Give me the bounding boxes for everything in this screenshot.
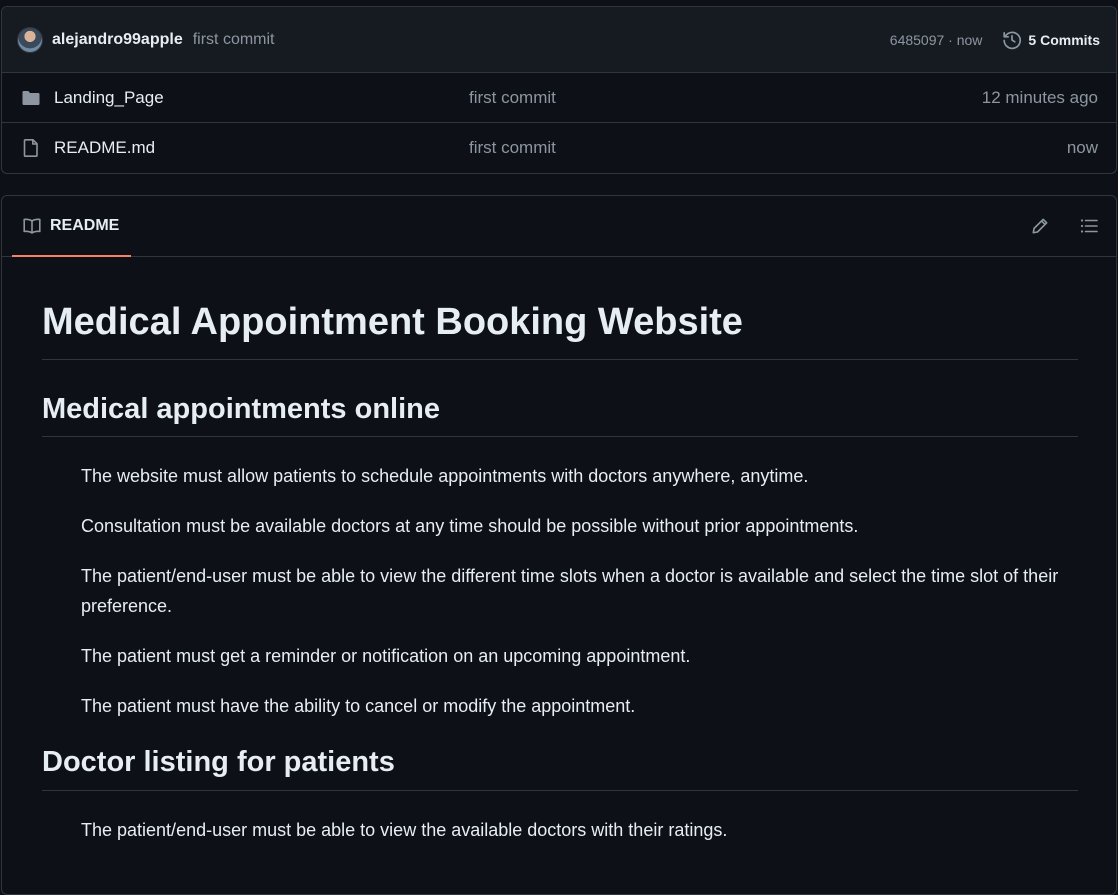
paragraph: The patient must get a reminder or notif… (81, 646, 691, 667)
file-commit-message[interactable]: first commit (469, 88, 556, 108)
file-commit-time: 12 minutes ago (981, 87, 1098, 107)
list-icon[interactable] (1079, 216, 1099, 236)
file-name[interactable]: README.md (54, 138, 155, 158)
tab-readme[interactable]: README (12, 196, 131, 257)
commit-author[interactable]: alejandro99apple (52, 31, 183, 49)
section-heading: Medical appointments online (42, 392, 1078, 438)
file-row-landing-page[interactable]: Landing_Page first commit 12 minutes ago (2, 73, 1116, 123)
paragraph: The patient/end-user must be able to vie… (81, 566, 1059, 617)
paragraph: The patient must have the ability to can… (81, 696, 636, 717)
avatar[interactable] (17, 26, 43, 53)
pencil-icon[interactable] (1030, 216, 1050, 236)
file-row-readme[interactable]: README.md first commit now (2, 123, 1116, 173)
paragraph: Consultation must be available doctors a… (81, 516, 859, 537)
readme-title: Medical Appointment Booking Website (42, 301, 1078, 360)
commits-button[interactable]: 5 Commits (1002, 30, 1100, 50)
file-commit-message[interactable]: first commit (469, 138, 556, 158)
readme-content: Medical Appointment Booking Website Medi… (2, 301, 1116, 845)
book-icon (23, 218, 41, 234)
commit-sha-time[interactable]: 6485097 · now (890, 32, 983, 48)
paragraph: The patient/end-user must be able to vie… (81, 820, 728, 841)
section-heading: Doctor listing for patients (42, 745, 1078, 792)
latest-commit-bar: alejandro99apple first commit 6485097 · … (2, 7, 1116, 73)
folder-icon (22, 91, 40, 105)
readme-panel: README Medical Appointment Booking Websi… (1, 195, 1117, 895)
file-name[interactable]: Landing_Page (54, 88, 164, 108)
commit-message[interactable]: first commit (193, 31, 275, 49)
commits-count-label: 5 Commits (1028, 31, 1100, 48)
section-paragraphs: The website must allow patients to sched… (42, 461, 1078, 721)
section-paragraphs: The patient/end-user must be able to vie… (42, 815, 1078, 845)
file-icon (23, 139, 38, 157)
readme-tab-label: README (50, 216, 120, 234)
paragraph: The website must allow patients to sched… (81, 466, 809, 487)
file-browser: alejandro99apple first commit 6485097 · … (1, 6, 1117, 174)
readme-header: README (2, 196, 1116, 257)
history-icon (1003, 31, 1022, 49)
file-commit-time: now (1066, 138, 1098, 157)
commit-meta: 6485097 · now 5 Commits (890, 30, 1100, 50)
